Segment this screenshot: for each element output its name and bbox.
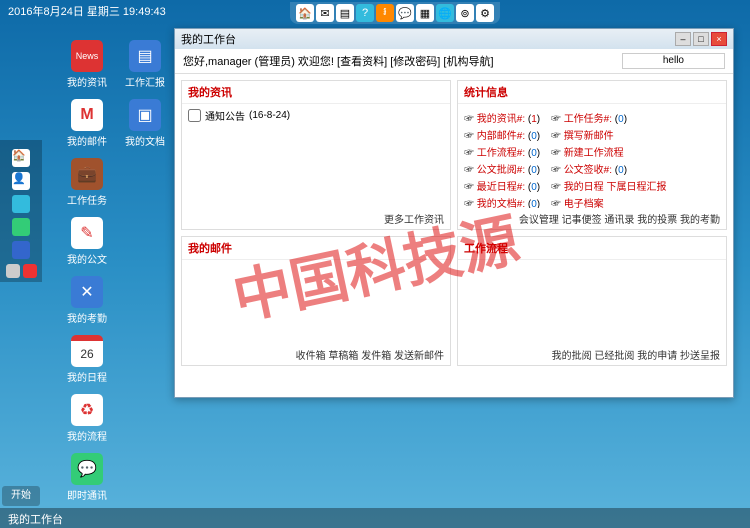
calendar-icon[interactable]: ▦ — [416, 4, 434, 22]
gear-icon[interactable]: ⚙ — [476, 4, 494, 22]
panel-stats-footer[interactable]: 会议管理 记事便签 通讯录 我的投票 我的考勤 — [458, 208, 726, 229]
close-button[interactable]: × — [711, 32, 727, 46]
link-org[interactable]: [机构导航] — [443, 56, 493, 68]
notice-checkbox[interactable] — [188, 109, 201, 122]
rss-icon[interactable]: ៛ — [376, 4, 394, 22]
dock-flag-icon[interactable] — [12, 241, 30, 259]
panel-flow: 工作流程 我的批阅 已经批阅 我的申请 抄送呈报 — [457, 236, 727, 366]
link-profile[interactable]: [查看资料] — [337, 56, 387, 68]
chat-icon[interactable]: 💬 — [396, 4, 414, 22]
help-icon[interactable]: ? — [356, 4, 374, 22]
desktop-official[interactable]: ✎我的公文 — [62, 217, 112, 266]
dock-close-icon[interactable] — [23, 264, 37, 278]
mail-icon[interactable]: ✉ — [316, 4, 334, 22]
panel-stats: 统计信息 ☞ 我的资讯#: (1) ☞ 工作任务#: (0) ☞ 内部邮件#: … — [457, 80, 727, 230]
lifering-icon[interactable]: ⊚ — [456, 4, 474, 22]
taskbar[interactable]: 我的工作台 — [0, 508, 750, 528]
panel-news-more[interactable]: 更多工作资讯 — [182, 208, 450, 229]
panel-mail: 我的邮件 收件箱 草稿箱 发件箱 发送新邮件 — [181, 236, 451, 366]
dock-home-icon[interactable]: 🏠 — [12, 149, 30, 167]
doc-icon[interactable]: ▤ — [336, 4, 354, 22]
desktop-flow[interactable]: ♻我的流程 — [62, 394, 112, 443]
taskbar-item[interactable]: 我的工作台 — [8, 514, 63, 526]
desktop-icons: News我的资讯 ▤工作汇报 M我的邮件 ▣我的文档 💼工作任务 ✎我的公文 ✕… — [62, 40, 170, 502]
dock-phone-icon[interactable] — [6, 264, 20, 278]
desktop-tasks[interactable]: 💼工作任务 — [62, 158, 112, 207]
window-title: 我的工作台 — [181, 31, 236, 47]
home-icon[interactable]: 🏠 — [296, 4, 314, 22]
dock-avatar-icon[interactable]: 👤 — [12, 172, 30, 190]
greeting-text: 您好,manager (管理员) 欢迎您! — [183, 56, 334, 68]
panel-mail-footer[interactable]: 收件箱 草稿箱 发件箱 发送新邮件 — [182, 344, 450, 365]
workbench-window: 我的工作台 – □ × 您好,manager (管理员) 欢迎您! [查看资料]… — [174, 28, 734, 398]
side-dock: 🏠 👤 — [0, 140, 42, 282]
desktop-report[interactable]: ▤工作汇报 — [120, 40, 170, 89]
panel-flow-footer[interactable]: 我的批阅 已经批阅 我的申请 抄送呈报 — [458, 344, 726, 365]
panel-mail-title: 我的邮件 — [182, 237, 450, 260]
desktop-news[interactable]: News我的资讯 — [62, 40, 112, 89]
start-button[interactable]: 开始 — [2, 486, 40, 506]
hello-box: hello — [622, 53, 725, 69]
globe-icon[interactable]: 🌐 — [436, 4, 454, 22]
desktop-attend[interactable]: ✕我的考勤 — [62, 276, 112, 325]
desktop-im[interactable]: 💬即时通讯 — [62, 453, 112, 502]
dock-people-icon[interactable] — [12, 195, 30, 213]
dock-chat-icon[interactable] — [12, 218, 30, 236]
panel-flow-title: 工作流程 — [458, 237, 726, 260]
desktop-schedule[interactable]: 26我的日程 — [62, 335, 112, 384]
notice-item[interactable]: 通知公告 (16-8-24) — [188, 108, 444, 123]
maximize-button[interactable]: □ — [693, 32, 709, 46]
top-toolbar: 🏠 ✉ ▤ ? ៛ 💬 ▦ 🌐 ⊚ ⚙ — [290, 2, 500, 24]
window-titlebar[interactable]: 我的工作台 – □ × — [175, 29, 733, 49]
minimize-button[interactable]: – — [675, 32, 691, 46]
panel-stats-title: 统计信息 — [458, 81, 726, 104]
panel-news-title: 我的资讯 — [182, 81, 450, 104]
desktop-docs[interactable]: ▣我的文档 — [120, 99, 170, 148]
link-password[interactable]: [修改密码] — [390, 56, 440, 68]
greeting-bar: 您好,manager (管理员) 欢迎您! [查看资料] [修改密码] [机构导… — [175, 49, 733, 74]
desktop-mail[interactable]: M我的邮件 — [62, 99, 112, 148]
panel-news: 我的资讯 通知公告 (16-8-24) 更多工作资讯 — [181, 80, 451, 230]
